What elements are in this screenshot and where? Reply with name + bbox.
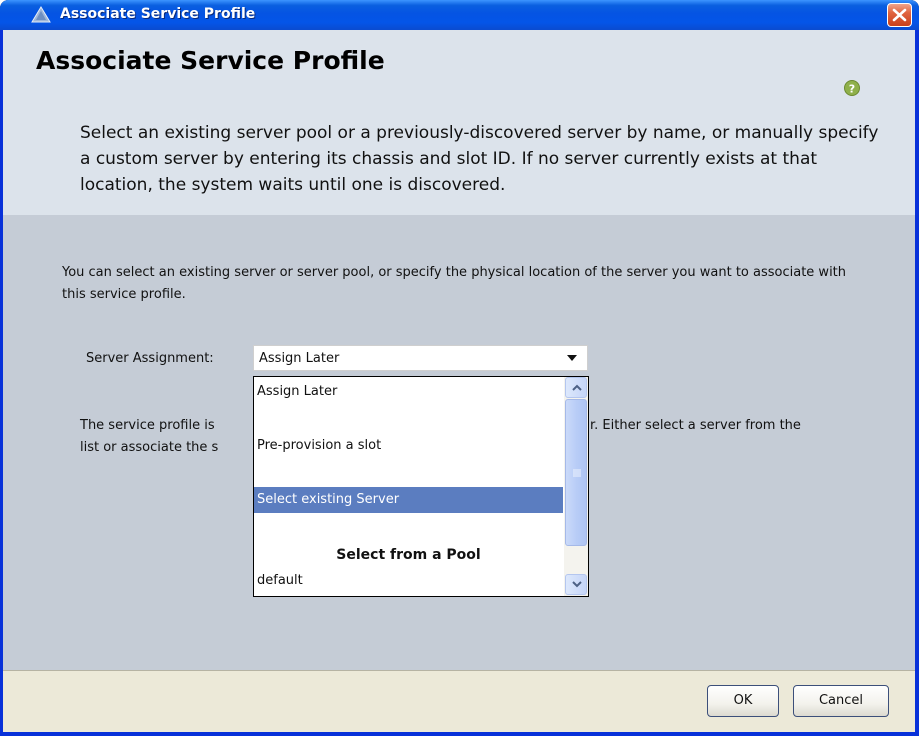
dropdown-scrollbar[interactable]	[564, 377, 588, 596]
message-text-left-1: The service profile is	[80, 418, 215, 433]
cancel-button[interactable]: Cancel	[793, 685, 889, 717]
scrollbar-thumb[interactable]	[565, 399, 587, 546]
scroll-down-button[interactable]	[565, 574, 587, 595]
grip-icon	[573, 469, 581, 477]
intro-text: You can select an existing server or ser…	[62, 265, 847, 302]
title-bar[interactable]: Associate Service Profile	[0, 0, 919, 30]
ok-button[interactable]: OK	[707, 685, 779, 717]
message-text-left-2: list or associate the s	[80, 440, 219, 455]
dropdown-option-pre-provision-slot[interactable]: Pre-provision a slot	[254, 433, 563, 459]
chevron-down-icon	[572, 581, 582, 588]
chevron-up-icon	[572, 384, 582, 391]
close-button[interactable]	[887, 3, 912, 27]
server-assignment-label: Server Assignment:	[86, 351, 214, 366]
window-frame-bottom	[0, 732, 919, 736]
dropdown-group-header-pool: Select from a Pool	[336, 547, 481, 563]
warning-triangle-icon	[31, 6, 51, 23]
help-icon[interactable]: ?	[844, 80, 860, 96]
close-icon	[892, 8, 907, 22]
header-description: Select an existing server pool or a prev…	[80, 123, 879, 195]
page-title: Associate Service Profile	[36, 46, 385, 75]
dropdown-option-pool-default[interactable]: default	[254, 568, 563, 594]
window-frame-right	[915, 30, 919, 736]
chevron-down-icon[interactable]	[566, 354, 578, 362]
server-assignment-dropdown-list[interactable]: Assign Later Pre-provision a slot Select…	[253, 376, 589, 597]
server-assignment-select[interactable]: Assign Later	[253, 345, 588, 371]
dropdown-option-select-existing-server[interactable]: Select existing Server	[254, 487, 563, 513]
window-title: Associate Service Profile	[60, 6, 256, 22]
server-assignment-value: Assign Later	[259, 351, 340, 366]
dropdown-option-assign-later[interactable]: Assign Later	[254, 379, 563, 405]
dialog-window: Associate Service Profile Associate Serv…	[0, 0, 919, 736]
svg-text:?: ?	[849, 83, 855, 96]
message-text-right-1: r. Either select a server from the	[590, 418, 801, 433]
scroll-up-button[interactable]	[565, 377, 587, 398]
